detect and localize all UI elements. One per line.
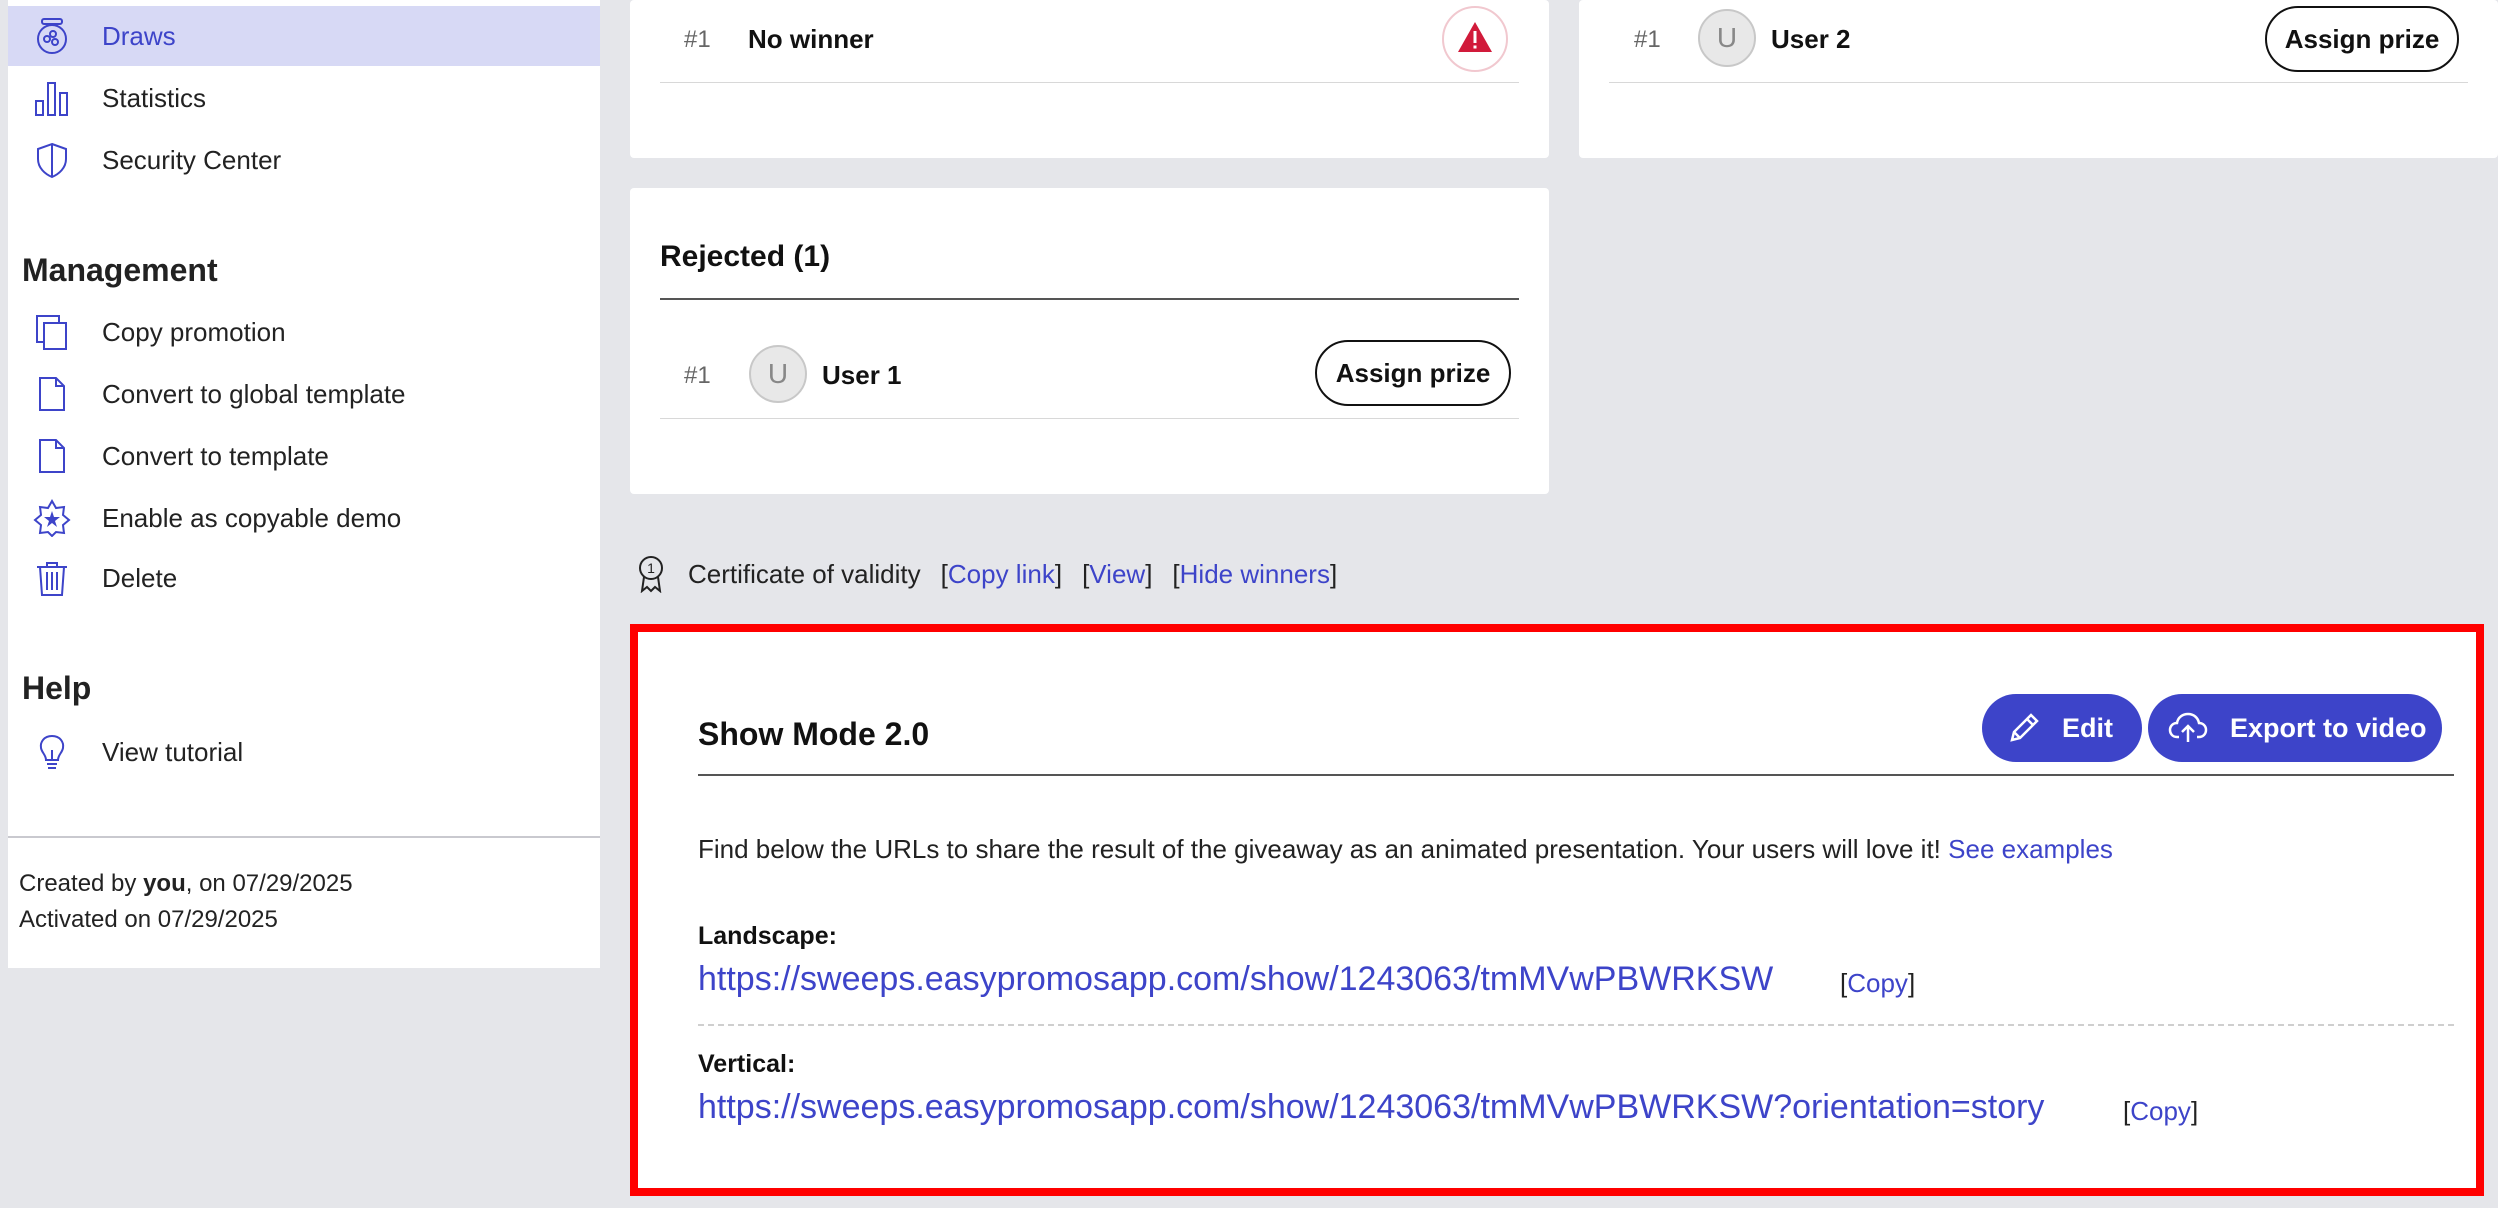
sidebar-item-label: Convert to global template (102, 378, 406, 409)
rejected-user-name: User 1 (822, 360, 902, 390)
sidebar: Draws Statistics Security Center Managem… (8, 0, 600, 968)
edit-button[interactable]: Edit (1982, 694, 2142, 762)
copy-icon (32, 312, 72, 352)
document-icon (32, 374, 72, 414)
certificate-row: 1 Certificate of validity [Copy link] [V… (636, 554, 1337, 594)
warning-icon (1457, 21, 1493, 58)
url-divider (698, 1024, 2454, 1026)
sidebar-item-security-center[interactable]: Security Center (8, 130, 600, 190)
sidebar-item-view-tutorial[interactable]: View tutorial (8, 722, 600, 782)
reserve-user-name: User 2 (1771, 24, 1851, 54)
rejected-title: Rejected (1) (660, 240, 831, 273)
winners-card: #1 No winner (630, 0, 1549, 158)
lightbulb-icon (32, 732, 72, 772)
row-divider (660, 82, 1519, 83)
view-link[interactable]: View (1089, 559, 1145, 590)
sidebar-item-label: Enable as copyable demo (102, 502, 402, 533)
winner-name: No winner (748, 24, 874, 54)
vertical-url-link[interactable]: https://sweeps.easypromosapp.com/show/12… (698, 1088, 2044, 1127)
vertical-label: Vertical: (698, 1050, 796, 1078)
shield-icon (32, 140, 72, 180)
assign-prize-button[interactable]: Assign prize (1315, 340, 1511, 406)
title-underline (698, 774, 2454, 776)
sidebar-item-label: Delete (102, 562, 178, 593)
sidebar-item-label: Copy promotion (102, 316, 286, 347)
created-prefix: Created by (19, 870, 144, 897)
show-mode-panel: Show Mode 2.0 Edit Export to video Find … (630, 624, 2484, 1196)
assign-prize-button[interactable]: Assign prize (2265, 6, 2459, 72)
activated-info: Activated on 07/29/2025 (19, 906, 278, 933)
vertical-copy: [Copy] (2123, 1096, 2199, 1126)
sidebar-item-delete[interactable]: Delete (8, 548, 600, 608)
landscape-copy: [Copy] (1840, 968, 1916, 998)
management-heading: Management (22, 252, 218, 288)
help-heading: Help (22, 670, 92, 706)
winner-rank: #1 (684, 26, 711, 53)
show-mode-description: Find below the URLs to share the result … (698, 834, 2113, 865)
document-icon (32, 436, 72, 476)
sidebar-item-label: View tutorial (102, 736, 244, 767)
created-by: you (143, 870, 186, 897)
sidebar-item-copy-promotion[interactable]: Copy promotion (8, 302, 600, 362)
rejected-card: Rejected (1) #1 U User 1 Assign prize (630, 188, 1549, 494)
sidebar-item-statistics[interactable]: Statistics (8, 68, 600, 128)
sidebar-item-copyable-demo[interactable]: Enable as copyable demo (8, 488, 600, 548)
show-mode-title: Show Mode 2.0 (698, 716, 930, 752)
statistics-icon (32, 78, 72, 118)
row-divider (1609, 82, 2468, 83)
sidebar-item-label: Convert to template (102, 440, 329, 471)
alert-button[interactable] (1442, 6, 1508, 72)
cloud-upload-icon (2168, 711, 2208, 745)
landscape-url-link[interactable]: https://sweeps.easypromosapp.com/show/12… (698, 960, 1773, 999)
created-info: Created by you, on 07/29/2025 (19, 870, 353, 898)
sidebar-divider (8, 836, 600, 838)
edit-label: Edit (2062, 712, 2113, 743)
see-examples-link[interactable]: See examples (1948, 834, 2113, 864)
sidebar-item-convert-template[interactable]: Convert to template (8, 426, 600, 486)
trash-icon (32, 558, 72, 598)
landscape-copy-link[interactable]: Copy (1847, 968, 1908, 998)
sidebar-item-convert-global-template[interactable]: Convert to global template (8, 364, 600, 424)
sidebar-item-label: Draws (102, 20, 176, 51)
reserve-rank: #1 (1634, 26, 1661, 53)
rejected-rank: #1 (684, 362, 711, 389)
draws-icon (32, 16, 72, 56)
export-label: Export to video (2230, 712, 2427, 743)
reserves-card: #1 U User 2 Assign prize (1579, 0, 2498, 158)
avatar: U (749, 345, 807, 403)
svg-text:1: 1 (647, 560, 655, 576)
hide-winners-link[interactable]: Hide winners (1180, 559, 1330, 590)
landscape-label: Landscape: (698, 922, 837, 950)
star-badge-icon (32, 498, 72, 538)
sidebar-item-draws[interactable]: Draws (8, 6, 600, 66)
sidebar-item-label: Statistics (102, 82, 207, 113)
sidebar-item-label: Security Center (102, 144, 282, 175)
avatar: U (1698, 9, 1756, 67)
pencil-icon (2006, 710, 2042, 746)
copy-link[interactable]: Copy link (948, 559, 1055, 590)
export-video-button[interactable]: Export to video (2148, 694, 2442, 762)
title-underline (660, 298, 1519, 300)
description-text: Find below the URLs to share the result … (698, 834, 1941, 864)
created-date: , on 07/29/2025 (185, 870, 353, 897)
certificate-label: Certificate of validity (688, 558, 921, 589)
certificate-icon: 1 (636, 555, 666, 593)
vertical-copy-link[interactable]: Copy (2130, 1096, 2191, 1126)
row-divider (660, 418, 1519, 419)
